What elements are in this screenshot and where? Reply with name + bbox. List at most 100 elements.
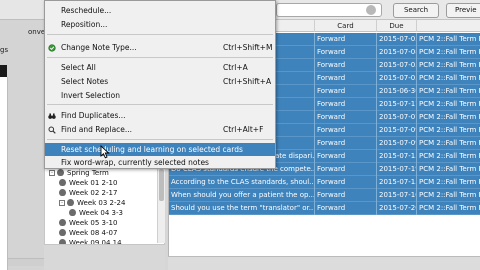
cell-card: Forward	[315, 46, 377, 59]
cell-deck: PCM 2::Fall Term R	[417, 176, 480, 189]
table-horizontal-scrollbar[interactable]	[168, 256, 480, 270]
cell-card: Forward	[315, 163, 377, 176]
deck-tree-item[interactable]: - Week 03 2-24	[59, 198, 125, 207]
menu-item-label: Reposition...	[61, 20, 108, 29]
cell-due: 2015-07-08	[377, 46, 417, 59]
deck-icon	[69, 209, 76, 216]
deck-icon	[59, 219, 66, 226]
find-replace-icon	[48, 126, 56, 134]
menu-item-label: Fix word-wrap, currently selected notes	[61, 158, 209, 167]
deck-tree-label: Week 05 3-10	[69, 218, 118, 227]
cell-deck: PCM 2::Fall Term R	[417, 111, 480, 124]
binoculars-icon	[48, 112, 56, 120]
sidebar-panel	[0, 77, 8, 270]
menu-item-select-all[interactable]: Select All Ctrl+A	[45, 61, 275, 74]
scrollbar-thumb[interactable]	[159, 169, 164, 201]
cell-deck: PCM 2::Fall Term R	[417, 124, 480, 137]
menu-separator	[47, 57, 273, 58]
cell-deck: PCM 2::Fall Term R	[417, 46, 480, 59]
cell-due: 2015-07-15	[377, 150, 417, 163]
menu-item-label: Find Duplicates...	[61, 111, 126, 120]
menu-item-fix-word-wrap[interactable]: Fix word-wrap, currently selected notes	[45, 156, 275, 169]
table-row[interactable]: When should you offer a patient the op..…	[169, 189, 480, 202]
cell-card: Forward	[315, 202, 377, 215]
deck-tree-item[interactable]: Week 02 2-17	[59, 188, 117, 197]
menu-item-label: Invert Selection	[61, 91, 120, 100]
deck-icon	[57, 169, 64, 176]
deck-tree-item[interactable]: Week 04 3-3	[69, 208, 123, 217]
cell-deck: PCM 2::Fall Term R	[417, 85, 480, 98]
main-toolbar-left	[0, 0, 44, 20]
sidebar-horizontal-scrollbar[interactable]	[8, 258, 44, 266]
cell-deck: PCM 2::Fall Term R	[417, 98, 480, 111]
cell-deck: PCM 2::Fall Term R	[417, 59, 480, 72]
cell-card: Forward	[315, 33, 377, 46]
cell-sort-field: According to the CLAS standards, shoul..…	[169, 176, 315, 189]
cell-due: 2015-06-30	[377, 85, 417, 98]
mouse-cursor-icon	[100, 145, 110, 159]
menu-item-select-notes[interactable]: Select Notes Ctrl+Shift+A	[45, 75, 275, 88]
deck-tree-item[interactable]: Week 01 2-10	[59, 178, 117, 187]
column-header-due[interactable]: Due	[377, 20, 417, 32]
menu-item-change-note-type[interactable]: Change Note Type... Ctrl+Shift+M	[45, 41, 275, 54]
menu-item-label: Select Notes	[61, 77, 109, 86]
deck-icon	[59, 189, 66, 196]
menu-item-reschedule[interactable]: Reschedule...	[45, 4, 275, 17]
cell-deck: PCM 2::Fall Term R	[417, 202, 480, 215]
deck-tree-label: Week 02 2-17	[69, 188, 118, 197]
menu-item-label: Change Note Type...	[61, 43, 137, 52]
cell-due: 2015-07-15	[377, 176, 417, 189]
menu-item-find-duplicates[interactable]: Find Duplicates...	[45, 109, 275, 122]
menu-item-reset-scheduling[interactable]: Reset scheduling and learning on selecte…	[45, 143, 275, 156]
cell-due: 2015-07-17	[377, 98, 417, 111]
menu-item-label: Find and Replace...	[61, 125, 133, 134]
search-button[interactable]: Search	[393, 3, 439, 18]
cell-deck: PCM 2::Fall Term R	[417, 137, 480, 150]
collapse-toggle-icon[interactable]: -	[49, 169, 55, 176]
deck-tree-label: Week 03 2-24	[77, 198, 126, 207]
deck-tree-scrollbar[interactable]	[157, 165, 165, 243]
cell-deck: PCM 2::Fall Term R	[417, 150, 480, 163]
menu-item-shortcut: Ctrl+Shift+A	[223, 77, 272, 86]
table-row[interactable]: According to the CLAS standards, shoul..…	[169, 176, 480, 189]
cell-card: Forward	[315, 137, 377, 150]
deck-tree-label: Week 04 3-3	[79, 208, 123, 217]
table-row[interactable]: Should you use the term "translator" or.…	[169, 202, 480, 215]
cell-sort-field: When should you offer a patient the op..…	[169, 189, 315, 202]
deck-icon	[67, 199, 74, 206]
deck-tree-footer	[44, 245, 165, 270]
cell-card: Forward	[315, 111, 377, 124]
menu-item-label: Reschedule...	[61, 6, 112, 15]
cell-due: 2015-07-09	[377, 137, 417, 150]
cell-card: Forward	[315, 85, 377, 98]
menu-item-reposition[interactable]: Reposition...	[45, 18, 275, 31]
deck-icon	[59, 229, 66, 236]
deck-tree-item[interactable]: Week 05 3-10	[59, 218, 117, 227]
cell-card: Forward	[315, 176, 377, 189]
cell-sort-field: Should you use the term "translator" or.…	[169, 202, 315, 215]
deck-icon	[59, 179, 66, 186]
menu-item-find-replace[interactable]: Find and Replace... Ctrl+Alt+F	[45, 123, 275, 136]
deck-tree-label: Spring Term	[67, 168, 109, 177]
deck-tree-item[interactable]: Week 09 04 14	[59, 238, 122, 244]
cell-due: 2015-07-05	[377, 72, 417, 85]
search-clear-icon[interactable]	[366, 5, 376, 15]
cell-due: 2015-07-03	[377, 33, 417, 46]
menu-item-invert-selection[interactable]: Invert Selection	[45, 89, 275, 102]
deck-tree-item[interactable]: Week 08 4-07	[59, 228, 117, 237]
cell-due: 2015-07-05	[377, 59, 417, 72]
deck-tree[interactable]: - Spring Term Week 01 2-10 Week 02 2-17- Wee…	[44, 165, 165, 245]
deck-tree-item[interactable]: - Spring Term	[49, 168, 109, 177]
collapse-toggle-icon[interactable]: -	[59, 199, 65, 206]
column-header-deck[interactable]	[417, 20, 480, 32]
cell-due: 2015-07-20	[377, 202, 417, 215]
tags-label: gs	[0, 46, 9, 54]
menu-item-shortcut: Ctrl+A	[223, 63, 248, 72]
column-header-card[interactable]: Card	[315, 20, 377, 32]
menu-separator	[47, 34, 273, 35]
cell-due: 2015-07-10	[377, 189, 417, 202]
menu-item-shortcut: Ctrl+Alt+F	[223, 125, 264, 134]
cell-card: Forward	[315, 72, 377, 85]
menu-separator	[47, 139, 273, 140]
preview-button[interactable]: Previe	[446, 3, 480, 18]
